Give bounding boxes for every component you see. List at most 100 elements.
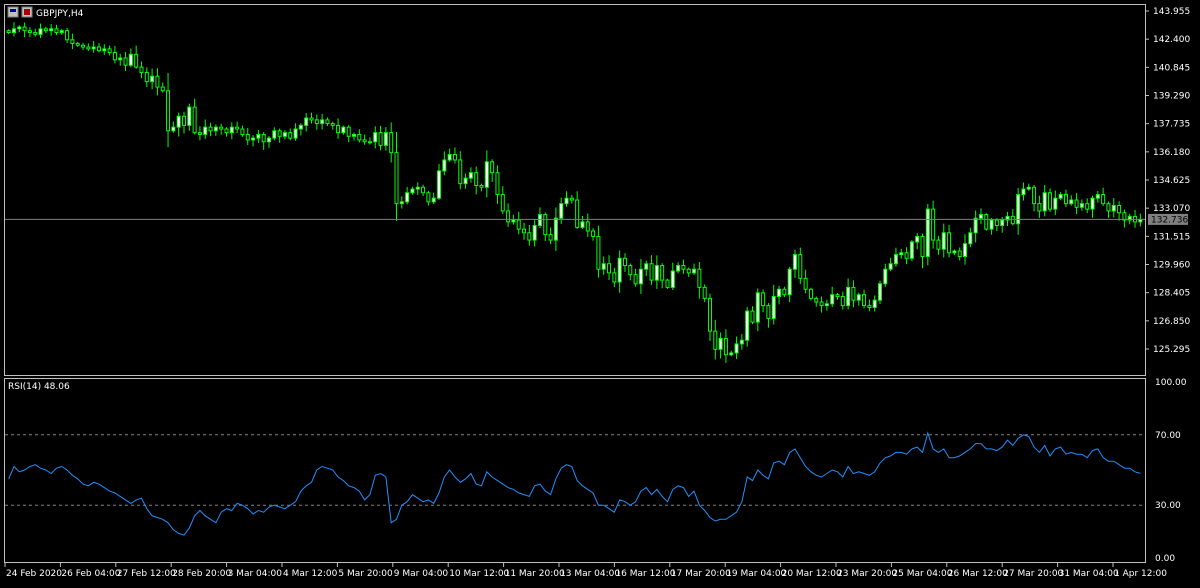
candle-body [405, 192, 410, 203]
candle-body [298, 124, 303, 130]
candle-body [798, 254, 803, 279]
candle-body [81, 44, 86, 48]
candle-body [378, 132, 383, 146]
candle-body [1101, 194, 1106, 205]
candle-body [256, 133, 261, 139]
candle-body [229, 126, 234, 134]
price-tick-label: 126.850 [1153, 317, 1190, 327]
candle-body [187, 106, 192, 126]
candle-body [808, 288, 813, 299]
candle-body [978, 214, 983, 219]
candle-body [171, 126, 176, 132]
candle-body [840, 296, 845, 307]
candle-body [830, 294, 835, 305]
candle-body [134, 53, 139, 68]
candle-body [862, 294, 867, 307]
candle-body [282, 132, 287, 137]
rsi-tick-label: 100.00 [1155, 378, 1187, 388]
candle-body [506, 210, 511, 223]
candle-body [559, 203, 564, 219]
candle-body [1095, 194, 1100, 199]
candle-body [362, 139, 367, 143]
price-tick-label: 143.955 [1153, 7, 1190, 17]
current-price-tag: 132.736 [1148, 213, 1188, 225]
time-tick-label: 16 Mar 12:00 [615, 569, 675, 579]
candle-body [203, 126, 208, 135]
candle-body [330, 123, 335, 126]
candle-body [1037, 203, 1042, 212]
time-tick-label: 26 Mar 12:00 [948, 569, 1008, 579]
candle-body [1111, 204, 1116, 212]
candle-body [994, 219, 999, 227]
candle-body [931, 208, 936, 241]
candle-body [468, 172, 473, 179]
candle-body [569, 197, 574, 201]
candle-body [745, 310, 750, 341]
candle-body [341, 126, 346, 134]
chart-svg[interactable]: 143.955 142.400 140.845 139.290 137.735 136.1… [0, 0, 1200, 584]
time-tick-label: 13 Mar 04:00 [560, 569, 620, 579]
candle-body [357, 133, 362, 141]
time-tick-label: 20 Mar 12:00 [782, 569, 842, 579]
candle-body [814, 297, 819, 303]
candle-body [463, 177, 468, 185]
candle-body [782, 288, 787, 296]
time-tick-label: 19 Mar 04:00 [726, 569, 786, 579]
candle-body [915, 235, 920, 243]
candle-body [925, 208, 930, 257]
candle-body [612, 272, 617, 283]
candle-body [54, 28, 59, 33]
candle-body [431, 197, 436, 203]
candle-body [803, 277, 808, 290]
candle-body [601, 263, 606, 270]
candle-body [633, 274, 638, 285]
candle-body [665, 279, 670, 288]
candle-body [564, 197, 569, 205]
trading-chart-window[interactable]: 143.955 142.400 140.845 139.290 137.735 136.1… [0, 0, 1200, 584]
candle-body [160, 86, 165, 92]
candle-body [1000, 219, 1005, 227]
candle-body [548, 234, 553, 241]
candle-body [734, 343, 739, 354]
candle-body [872, 299, 877, 308]
candle-body [112, 52, 117, 61]
candle-body [272, 130, 277, 139]
candle-body [155, 75, 160, 88]
candle-body [1021, 188, 1026, 196]
price-tick-label: 136.180 [1153, 148, 1190, 158]
candle-body [607, 263, 612, 274]
candle-body [1053, 197, 1058, 210]
candle-body [532, 225, 537, 241]
rsi-title: RSI(14) 48.06 [8, 382, 70, 392]
candle-body [707, 297, 712, 332]
candle-body [399, 201, 404, 205]
candle-body [522, 228, 527, 234]
candle-body [373, 132, 378, 143]
candle-body [984, 214, 989, 230]
time-tick-label: 3 Mar 04:00 [228, 569, 283, 579]
candle-body [495, 172, 500, 196]
candle-body [213, 126, 218, 132]
candle-body [150, 75, 155, 83]
candle-body [245, 133, 250, 141]
candle-body [936, 239, 941, 250]
candle-body [904, 252, 909, 259]
candle-body [553, 217, 558, 241]
candle-body [336, 124, 341, 134]
candle-body [787, 268, 792, 296]
candle-body [973, 217, 978, 234]
candle-body [792, 254, 797, 270]
candle-body [1063, 194, 1068, 205]
candle-body [755, 292, 760, 323]
candle-body [692, 268, 697, 274]
candle-body [537, 214, 542, 227]
candle-body [309, 117, 314, 121]
candle-body [1090, 197, 1095, 210]
candle-body [197, 132, 202, 135]
candle-body [713, 330, 718, 350]
candle-body [739, 339, 744, 345]
candle-body [963, 243, 968, 257]
price-tick-label: 139.290 [1153, 92, 1190, 102]
candle-body [107, 48, 112, 54]
candle-body [846, 286, 851, 307]
